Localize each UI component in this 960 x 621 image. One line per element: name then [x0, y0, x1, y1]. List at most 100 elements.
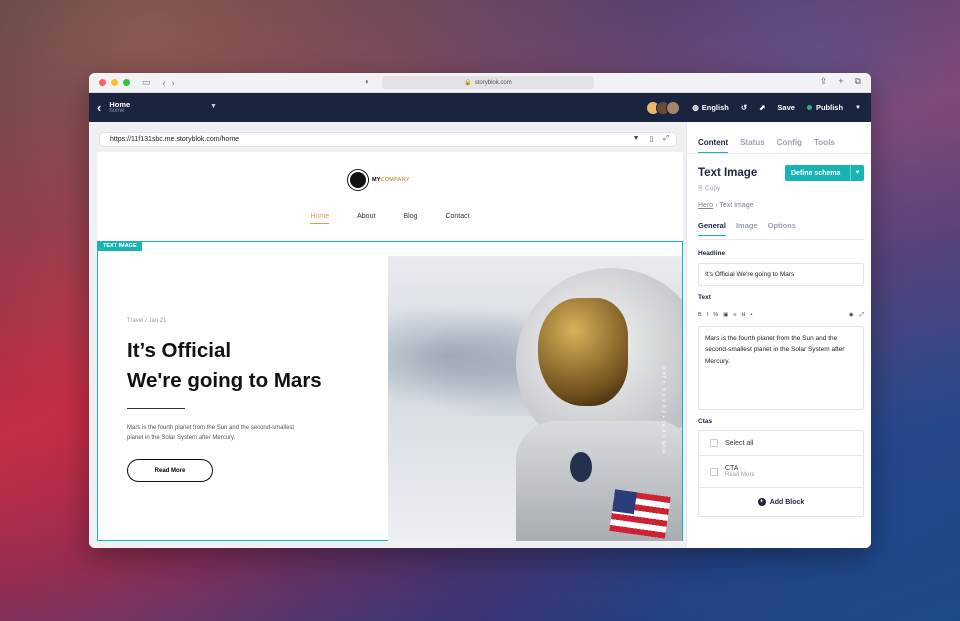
language-label: English [701, 103, 729, 112]
browser-address-bar[interactable]: 🔒 storyblok.com [382, 76, 594, 89]
chevron-down-icon[interactable]: ▼ [855, 105, 861, 111]
list-item[interactable]: CTA Read More [699, 456, 863, 488]
tab-general[interactable]: General [698, 221, 726, 236]
read-more-button[interactable]: Read More [127, 459, 213, 482]
logo-text: MYCOMPANY [372, 177, 410, 183]
text-field[interactable]: Mars is the fourth planet from the Sun a… [698, 326, 864, 410]
cta-checkbox[interactable] [710, 467, 718, 476]
publish-button[interactable]: Publish [806, 103, 844, 112]
language-selector[interactable]: ◍ English [692, 103, 729, 112]
toolbar-right: ◉ ⤢ [849, 312, 864, 319]
sidebar-icon[interactable]: ▭ [142, 77, 151, 88]
editor-tabs: Content Status Config Tools [687, 122, 871, 153]
chevron-down-icon[interactable]: ▼ [210, 103, 217, 110]
back-icon[interactable]: ‹ [163, 78, 166, 88]
minimize-window-button[interactable] [111, 79, 118, 86]
site-preview: MYCOMPANY Home About Blog Contact TEXT I… [97, 152, 683, 541]
component-title: Text Image [698, 167, 758, 179]
expand-icon[interactable]: ⤢ [663, 135, 669, 143]
tab-status[interactable]: Status [740, 138, 764, 153]
story-title[interactable]: Home home [109, 101, 130, 115]
richtext-toolbar: B I % ▣ ≡ H • ◉ ⤢ [698, 312, 864, 319]
headline-label: Headline [698, 250, 726, 257]
cta-item: CTA Read More [725, 465, 755, 478]
astronaut-image: 0.87 c. 0 x 2 0.2 • 1a 4 0 NCH [388, 256, 682, 541]
mission-patch [570, 452, 592, 482]
new-tab-icon[interactable]: + [838, 76, 843, 87]
tab-image[interactable]: Image [736, 221, 758, 236]
browser-url: storyblok.com [474, 79, 512, 86]
hero-body: Mars is the fourth planet from the Sun a… [127, 425, 295, 441]
preview-url: https://11f131sbc.me.storyblok.com/home [110, 136, 240, 143]
tab-tools[interactable]: Tools [814, 138, 835, 153]
select-all-row[interactable]: Select all [699, 431, 863, 456]
text-label: Text [698, 294, 711, 301]
close-window-button[interactable] [99, 79, 106, 86]
breadcrumb-parent[interactable]: Hero [698, 202, 713, 209]
post-meta: Travel / Jan 21 [127, 318, 167, 324]
story-name: Home [109, 99, 131, 109]
publish-label: Publish [815, 103, 844, 112]
site-logo[interactable]: MYCOMPANY [348, 170, 410, 190]
tabs-divider [687, 153, 871, 154]
hero-headline: It’s Official We're going to Mars [127, 339, 322, 392]
tab-config[interactable]: Config [777, 138, 802, 153]
suit-lettering: 0.87 c. 0 x 2 0.2 • 1a 4 0 NCH [660, 366, 666, 454]
select-all-label: Select all [725, 439, 754, 447]
copy-button[interactable]: ⎘ Copy [698, 185, 720, 193]
save-button[interactable]: Save [777, 103, 795, 112]
breadcrumb: Hero › Text Image [698, 202, 754, 209]
share-icon[interactable]: ⇪ [820, 76, 828, 87]
add-block-button[interactable]: + Add Block [699, 488, 863, 516]
expand-icon[interactable]: ⤢ [860, 312, 864, 319]
chevron-down-icon[interactable]: ▼ [633, 135, 640, 143]
headline-field[interactable]: It's Official We're going to Mars [698, 263, 864, 286]
maximize-window-button[interactable] [123, 79, 130, 86]
editor-panel: Content Status Config Tools Text Image D… [686, 122, 871, 548]
nav-blog[interactable]: Blog [403, 213, 417, 224]
ctas-label: Ctas [698, 418, 713, 425]
link-icon[interactable]: % [713, 312, 718, 319]
image-icon[interactable]: ▣ [723, 312, 728, 319]
nav-contact[interactable]: Contact [445, 213, 469, 224]
site-nav: Home About Blog Contact [97, 213, 683, 224]
tab-content[interactable]: Content [698, 138, 729, 153]
divider [127, 408, 185, 409]
bold-icon[interactable]: B [698, 312, 702, 319]
history-icon[interactable]: ↺ [741, 103, 747, 112]
select-all-checkbox[interactable] [710, 439, 718, 447]
visual-preview: https://11f131sbc.me.storyblok.com/home … [89, 122, 686, 548]
preview-controls: ▼ ▯ ⤢ [633, 135, 669, 143]
breadcrumb-current: Text Image [719, 202, 754, 209]
mobile-view-icon[interactable]: ▯ [650, 135, 654, 143]
lock-icon: 🔒 [464, 80, 472, 86]
copy-icon: ⎘ [698, 185, 704, 192]
story-slug: home [109, 108, 125, 115]
more-icon[interactable]: • [751, 312, 753, 319]
block-tag: TEXT IMAGE [98, 241, 142, 251]
tab-options[interactable]: Options [768, 221, 796, 236]
list-icon[interactable]: ≡ [733, 312, 736, 319]
italic-icon[interactable]: I [707, 312, 709, 319]
text-image-block[interactable]: TEXT IMAGE Travel / Jan 21 It’s Official… [97, 241, 683, 541]
back-arrow-icon[interactable]: ‹ [97, 100, 101, 115]
nav-about[interactable]: About [357, 213, 375, 224]
preview-url-bar[interactable]: https://11f131sbc.me.storyblok.com/home … [99, 132, 677, 147]
us-flag-patch [609, 489, 671, 539]
nav-home[interactable]: Home [310, 213, 330, 224]
preview-eye-icon[interactable]: ◉ [849, 312, 854, 319]
privacy-shield-icon[interactable]: ◐ [365, 77, 370, 86]
browser-window: ▭ ‹ › ◐ 🔒 storyblok.com ⇪ + ⧉ ‹ Home hom… [89, 73, 871, 548]
define-schema-button[interactable]: Define schema ▼ [785, 165, 864, 181]
external-link-icon[interactable]: ⬈ [759, 103, 765, 112]
forward-icon[interactable]: › [172, 78, 175, 88]
plus-icon: + [757, 498, 766, 506]
browser-actions: ⇪ + ⧉ [820, 76, 861, 87]
heading-icon[interactable]: H [742, 312, 746, 319]
storyblok-header: ‹ Home home ▼ ◍ English ↺ ⬈ Save Publish… [89, 93, 871, 122]
ctas-list: Select all CTA Read More + Add Block [698, 430, 864, 517]
tabs-overview-icon[interactable]: ⧉ [855, 76, 861, 87]
globe-icon: ◍ [692, 103, 699, 112]
chevron-down-icon[interactable]: ▼ [850, 165, 864, 181]
avatar[interactable] [666, 100, 681, 115]
